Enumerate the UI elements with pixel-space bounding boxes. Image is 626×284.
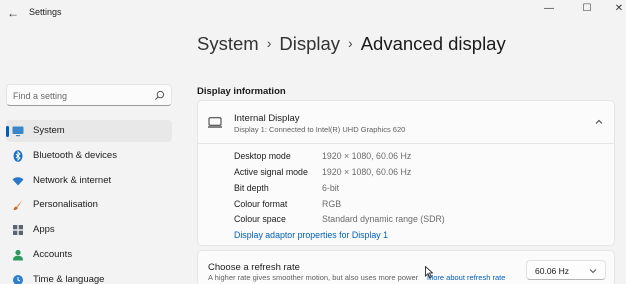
breadcrumb-separator: › [266,35,272,51]
refresh-rate-value: 60.06 Hz [535,266,570,276]
close-button[interactable]: ✕ [603,0,626,16]
maximize-icon: ☐ [582,2,592,14]
search-input[interactable] [13,89,153,102]
search-icon[interactable] [154,90,165,101]
bluetooth-icon [13,150,23,162]
maximize-button[interactable]: ☐ [571,0,603,16]
chevron-up-icon[interactable] [594,117,604,127]
info-key: Bit depth [234,183,269,193]
info-key: Colour format [234,199,288,209]
info-key: Desktop mode [234,151,291,161]
sidebar-item-accounts[interactable]: Accounts [6,244,172,266]
title-bar: ← Settings — ☐ ✕ [0,0,626,26]
info-key: Colour space [234,214,286,224]
brush-icon [13,200,23,210]
app-title: Settings [29,7,62,17]
display-info-card: Internal Display Display 1: Connected to… [197,100,615,246]
sidebar-item-label: Apps [33,224,55,235]
close-icon: ✕ [614,2,624,14]
refresh-rate-card: Choose a refresh rate A higher rate give… [197,250,615,284]
chevron-down-icon [589,269,597,274]
breadcrumb: System › Display › Advanced display [197,33,506,55]
back-button[interactable]: ← [2,2,24,24]
sidebar-item-label: Accounts [33,249,73,260]
section-title: Display information [197,86,286,97]
adapter-properties-link[interactable]: Display adaptor properties for Display 1 [234,230,388,240]
sidebar-item-network[interactable]: Network & internet [6,170,172,192]
sidebar-item-personalisation[interactable]: Personalisation [6,194,172,216]
sidebar-item-label: Bluetooth & devices [33,150,117,161]
monitor-icon [208,117,222,128]
info-value: Standard dynamic range (SDR) [322,214,445,224]
globe-clock-icon [13,275,23,284]
minimize-icon: — [544,2,554,14]
display-name: Internal Display [234,113,300,124]
active-indicator [6,126,9,137]
search-box[interactable] [6,84,172,106]
sidebar-item-label: Time & language [33,274,105,284]
wifi-icon [12,177,24,186]
info-value: RGB [322,199,342,209]
breadcrumb-display[interactable]: Display [279,33,340,54]
refresh-rate-title: Choose a refresh rate [208,262,300,273]
sidebar-item-system[interactable]: System [6,120,172,142]
sidebar-item-time-language[interactable]: Time & language [6,269,172,284]
info-value: 6-bit [322,183,340,193]
back-arrow-icon: ← [7,6,19,20]
info-value: 1920 × 1080, 60.06 Hz [322,167,412,177]
mouse-cursor-icon [425,266,433,278]
display-subtitle: Display 1: Connected to Intel(R) UHD Gra… [234,125,406,134]
apps-icon [13,225,23,235]
sidebar-item-label: System [33,125,65,136]
sidebar-item-label: Personalisation [33,199,98,210]
page-title: Advanced display [360,33,506,54]
sidebar-item-apps[interactable]: Apps [6,219,172,241]
breadcrumb-system[interactable]: System [197,33,259,54]
info-key: Active signal mode [234,167,308,177]
minimize-button[interactable]: — [533,0,565,16]
person-icon [13,249,23,261]
refresh-rate-learn-more-link[interactable]: More about refresh rate [427,273,505,282]
display-card-header[interactable]: Internal Display Display 1: Connected to… [198,101,614,144]
breadcrumb-separator: › [348,35,353,51]
info-value: 1920 × 1080, 60.06 Hz [322,151,412,161]
refresh-rate-description: A higher rate gives smoother motion, but… [208,273,419,282]
sidebar-item-bluetooth[interactable]: Bluetooth & devices [6,145,172,167]
monitor-icon [12,126,24,137]
refresh-rate-dropdown[interactable]: 60.06 Hz [526,260,606,280]
sidebar-item-label: Network & internet [33,175,112,186]
